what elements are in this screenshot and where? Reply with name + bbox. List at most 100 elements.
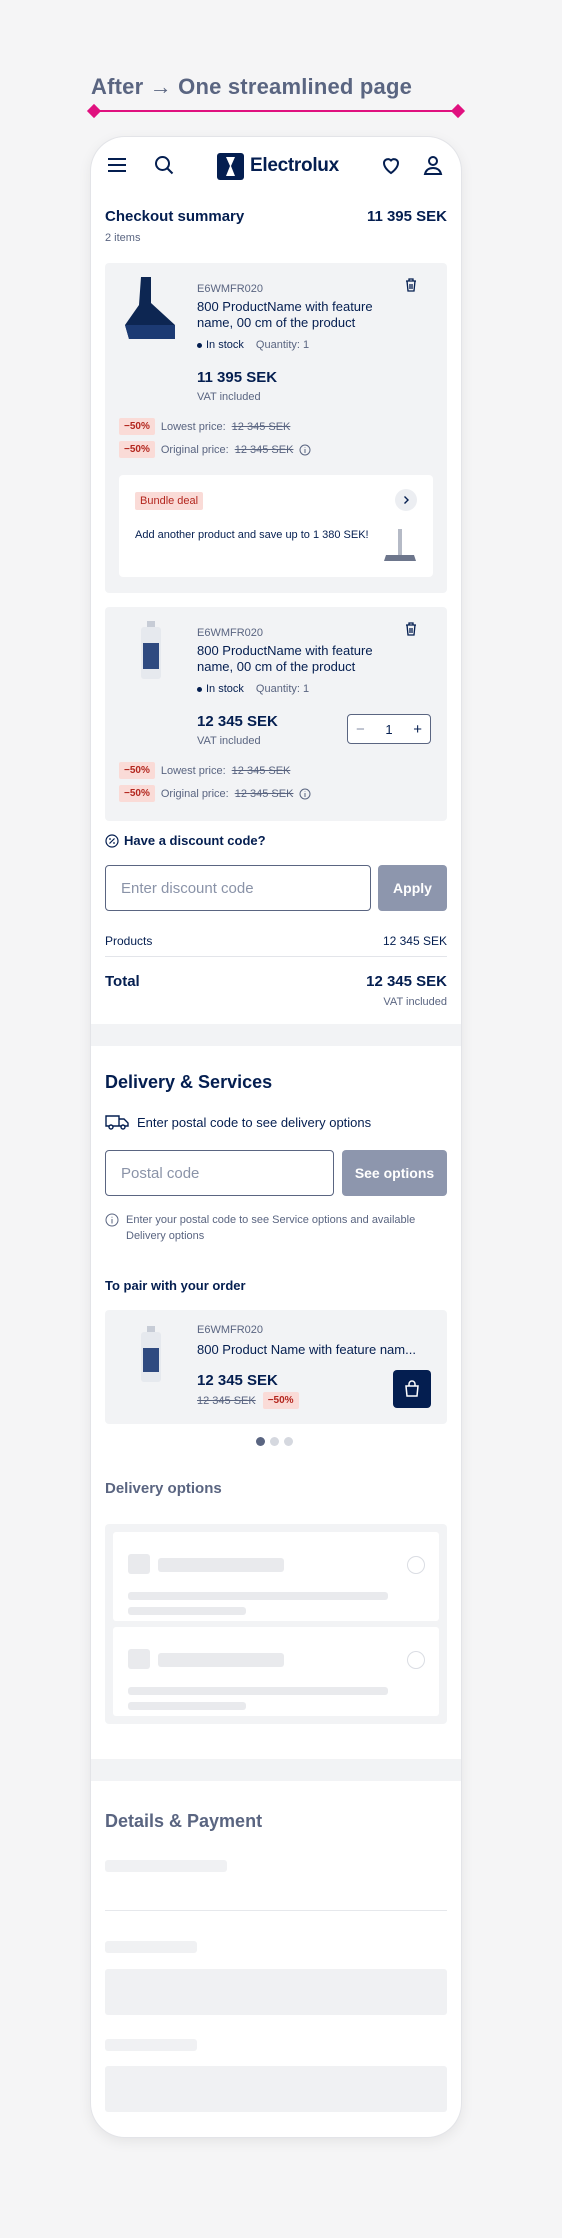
pair-old-price-row: 12 345 SEK −50%	[197, 1392, 299, 1409]
original-price-row: −50% Original price: 12 345 SEK	[119, 441, 311, 458]
header: Electrolux	[91, 137, 461, 193]
quantity-label: Quantity: 1	[255, 683, 310, 695]
info-icon[interactable]	[299, 444, 311, 456]
delivery-info: Enter your postal code to see Service op…	[126, 1214, 416, 1242]
pair-price: 12 345 SEK	[197, 1372, 278, 1389]
lowest-price-row: −50% Lowest price: 12 345 SEK	[119, 418, 290, 435]
discount-badge: −50%	[119, 762, 155, 779]
postal-code-input[interactable]: Postal code	[105, 1150, 334, 1196]
original-price-value: 12 345 SEK	[234, 443, 294, 456]
info-icon	[105, 1213, 119, 1244]
electrolux-logo-icon	[217, 152, 244, 180]
trash-icon[interactable]	[403, 277, 419, 293]
original-price-label: Original price:	[160, 443, 229, 456]
skeleton-line	[105, 1941, 197, 1953]
items-count: 2 items	[105, 232, 141, 244]
quantity-value[interactable]: 1	[385, 722, 392, 737]
divider	[105, 1910, 447, 1911]
item-price: 11 395 SEK	[197, 369, 278, 386]
delivery-prompt-row: Enter postal code to see delivery option…	[105, 1114, 371, 1130]
skeleton-line	[105, 2039, 197, 2051]
item-name[interactable]: 800 ProductName with feature name, 00 cm…	[197, 643, 397, 675]
payment-title: Details & Payment	[105, 1811, 263, 1831]
delivery-options-skeleton	[105, 1524, 447, 1724]
discount-badge: −50%	[119, 785, 155, 802]
cart-item-2: E6WMFR020 800 ProductName with feature n…	[105, 607, 447, 821]
total-vat: VAT included	[383, 996, 447, 1008]
section-separator	[91, 1759, 461, 1781]
annotation-dot-left	[86, 103, 102, 119]
minus-icon[interactable]: −	[356, 721, 365, 738]
truck-icon	[105, 1114, 129, 1130]
products-label: Products	[105, 934, 153, 948]
skeleton-option	[113, 1532, 439, 1621]
brand-name: Electrolux	[250, 155, 339, 176]
total-value: 12 345 SEK	[366, 973, 447, 990]
radio-icon[interactable]	[407, 1651, 425, 1669]
lowest-price-value: 12 345 SEK	[231, 420, 291, 433]
discount-badge: −50%	[119, 441, 155, 458]
delivery-title: Delivery & Services	[105, 1072, 273, 1092]
user-icon[interactable]	[421, 153, 445, 177]
discount-title: Have a discount code?	[124, 833, 266, 848]
lowest-price-label: Lowest price:	[160, 764, 226, 777]
item-name[interactable]: 800 ProductName with feature name, 00 cm…	[197, 299, 397, 331]
bundle-deal-card[interactable]: Bundle deal Add another product and save…	[119, 475, 433, 577]
delivery-prompt: Enter postal code to see delivery option…	[137, 1114, 372, 1130]
total-label: Total	[105, 973, 140, 990]
section-separator	[91, 1024, 461, 1046]
pair-old-price: 12 345 SEK	[197, 1394, 256, 1407]
checkout-total: 11 395 SEK	[366, 208, 447, 225]
skeleton-field	[105, 1969, 447, 2015]
shopping-bag-icon	[405, 1380, 419, 1397]
carousel-dot-active[interactable]	[256, 1437, 265, 1446]
item-stock-row: In stock Quantity: 1	[197, 339, 309, 351]
pair-title: To pair with your order	[105, 1278, 246, 1293]
carousel-dot[interactable]	[284, 1437, 293, 1446]
delivery-options-title: Delivery options	[105, 1480, 222, 1497]
skeleton-line	[105, 1860, 227, 1872]
trash-icon[interactable]	[403, 621, 419, 637]
carousel-dots	[256, 1437, 293, 1446]
item-vat: VAT included	[197, 391, 261, 403]
skeleton-field	[105, 2066, 447, 2112]
percent-icon	[105, 833, 119, 848]
search-icon[interactable]	[152, 153, 176, 177]
info-icon[interactable]	[299, 788, 311, 800]
total-row: Total 12 345 SEK	[105, 973, 447, 990]
item-vat: VAT included	[197, 735, 261, 747]
apply-button[interactable]: Apply	[378, 865, 447, 911]
plus-icon[interactable]: +	[413, 721, 422, 738]
bundle-text: Add another product and save up to 1 380…	[135, 529, 369, 541]
bundle-hood-image	[383, 527, 417, 563]
item-stock-row: In stock Quantity: 1	[197, 683, 309, 695]
carousel-dot[interactable]	[270, 1437, 279, 1446]
item-price: 12 345 SEK	[197, 713, 278, 730]
annotation-title: After → One streamlined page	[91, 74, 413, 99]
add-to-cart-button[interactable]	[393, 1370, 431, 1408]
discount-code-input[interactable]: Enter discount code	[105, 865, 371, 911]
original-price-label: Original price:	[160, 787, 229, 800]
pair-name[interactable]: 800 Product Name with feature nam...	[197, 1342, 437, 1358]
original-price-value: 12 345 SEK	[234, 787, 294, 800]
radio-icon[interactable]	[407, 1556, 425, 1574]
chevron-right-icon[interactable]	[395, 489, 417, 511]
brand-logo[interactable]: Electrolux	[217, 151, 339, 181]
heart-icon[interactable]	[379, 153, 403, 177]
pair-product-card[interactable]: E6WMFR020 800 Product Name with feature …	[105, 1310, 447, 1424]
cart-item-1: E6WMFR020 800 ProductName with feature n…	[105, 263, 447, 593]
divider	[105, 956, 447, 957]
menu-icon[interactable]	[105, 153, 129, 177]
discount-heading: Have a discount code?	[105, 833, 266, 848]
original-price-row: −50% Original price: 12 345 SEK	[119, 785, 311, 802]
see-options-button[interactable]: See options	[342, 1150, 447, 1196]
discount-badge: −50%	[119, 418, 155, 435]
lowest-price-label: Lowest price:	[160, 420, 226, 433]
stock-status: In stock	[206, 683, 244, 695]
phone-frame: Electrolux Checkout summary 11 395 SEK 2…	[91, 137, 461, 2137]
cooker-hood-image	[119, 275, 179, 341]
stock-status: In stock	[206, 339, 244, 351]
lowest-price-row: −50% Lowest price: 12 345 SEK	[119, 762, 290, 779]
products-row: Products 12 345 SEK	[105, 934, 447, 948]
stock-dot-icon	[197, 686, 202, 692]
